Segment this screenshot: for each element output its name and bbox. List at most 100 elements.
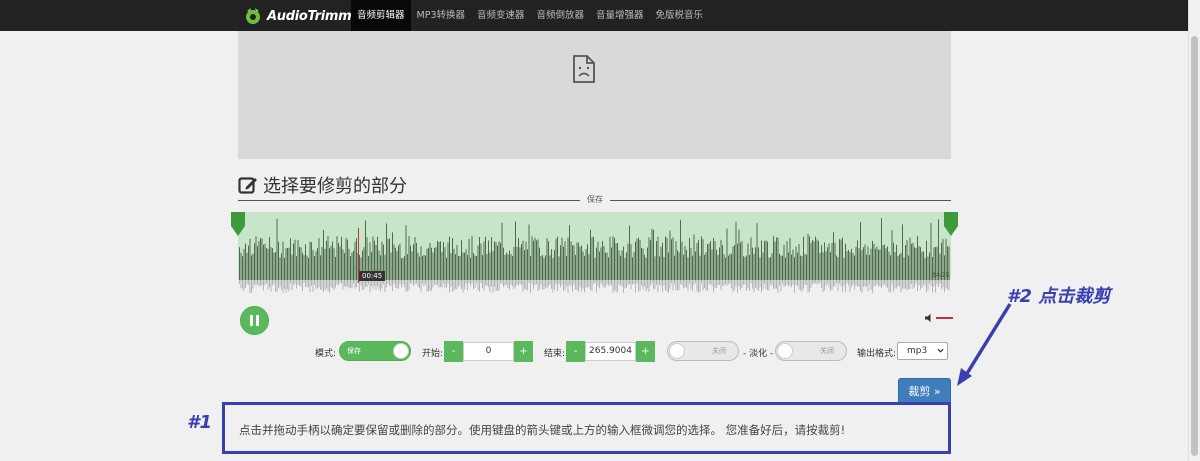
end-plus-button[interactable]: + bbox=[636, 341, 655, 362]
pause-button[interactable] bbox=[240, 306, 269, 335]
waveform-reflection-bar bbox=[396, 280, 398, 289]
waveform-reflection-bar bbox=[500, 280, 501, 284]
top-navbar: AudioTrimmer 音频剪辑器 MP3转换器 音频变速器 音频倒放器 音量… bbox=[0, 0, 1200, 31]
waveform-reflection-bar bbox=[432, 280, 434, 288]
output-format-select[interactable]: mp3 bbox=[897, 342, 948, 360]
waveform-reflection-bar bbox=[473, 280, 474, 290]
waveform-bar bbox=[630, 244, 632, 280]
step-1-annotation: #1 bbox=[187, 412, 213, 433]
page-scrollbar[interactable] bbox=[1188, 0, 1200, 461]
waveform-reflection-bar bbox=[347, 280, 348, 287]
waveform-bar bbox=[498, 241, 500, 280]
start-handle-icon[interactable] bbox=[231, 212, 245, 236]
waveform-bar bbox=[482, 255, 483, 280]
fade-in-toggle[interactable]: 关闭 bbox=[667, 341, 739, 361]
scrollbar-thumb[interactable] bbox=[1191, 36, 1198, 456]
nav-audio-trimmer[interactable]: 音频剪辑器 bbox=[351, 0, 411, 31]
waveform-reflection-bar bbox=[938, 280, 939, 287]
waveform-reflection-bar bbox=[336, 280, 338, 285]
waveform-reflection-bar bbox=[572, 280, 573, 292]
waveform-bar bbox=[684, 245, 686, 280]
nav-volume-booster[interactable]: 音量增强器 bbox=[590, 0, 650, 31]
waveform-reflection-bar bbox=[446, 280, 447, 288]
waveform-bar bbox=[551, 249, 552, 280]
waveform-reflection-bar bbox=[423, 280, 425, 287]
waveform-reflection-bar bbox=[786, 280, 788, 285]
waveform-bar bbox=[803, 236, 804, 280]
waveform-reflection-bar bbox=[552, 280, 554, 293]
waveform-reflection-bar bbox=[264, 280, 266, 286]
waveform-reflection-bar bbox=[837, 280, 839, 291]
start-time-input[interactable]: 0 bbox=[463, 342, 514, 361]
waveform-reflection-bar bbox=[548, 280, 549, 286]
waveform-bar bbox=[542, 255, 543, 280]
waveform-reflection-bar bbox=[327, 280, 329, 292]
waveform-reflection-bar bbox=[908, 280, 909, 290]
waveform-bar bbox=[483, 241, 485, 280]
waveform-reflection-bar bbox=[536, 280, 537, 285]
waveform-bar bbox=[729, 253, 731, 280]
waveform-reflection-bar bbox=[468, 280, 470, 284]
waveform-bar bbox=[758, 247, 759, 280]
waveform-reflection-bar bbox=[354, 280, 356, 289]
waveform-reflection-bar bbox=[749, 280, 750, 291]
waveform-reflection-bar bbox=[471, 280, 473, 284]
nav-royalty-free-music[interactable]: 免版税音乐 bbox=[650, 0, 710, 31]
waveform-bar bbox=[254, 243, 255, 280]
waveform-bar bbox=[285, 248, 287, 280]
waveform-reflection-bar bbox=[533, 280, 534, 290]
waveform-bar bbox=[822, 252, 824, 280]
waveform-bar bbox=[272, 248, 273, 280]
waveform-reflection-bar bbox=[743, 280, 744, 285]
waveform-reflection-bar bbox=[573, 280, 575, 285]
volume-control[interactable] bbox=[925, 314, 953, 322]
waveform-reflection-bar bbox=[516, 280, 518, 285]
waveform-reflection-bar bbox=[584, 280, 585, 293]
waveform-bar bbox=[422, 256, 423, 280]
mode-toggle[interactable]: 保存 bbox=[339, 341, 411, 361]
waveform-bar bbox=[855, 246, 857, 280]
waveform-bar bbox=[689, 238, 690, 280]
waveform-reflection-bar bbox=[852, 280, 854, 285]
waveform-bar bbox=[627, 243, 629, 280]
waveform-reflection-bar bbox=[732, 280, 734, 293]
brand-logo-link[interactable]: AudioTrimmer bbox=[243, 5, 366, 27]
nav-audio-reverse[interactable]: 音频倒放器 bbox=[531, 0, 591, 31]
waveform-bar bbox=[894, 252, 896, 280]
volume-slider[interactable] bbox=[936, 317, 953, 319]
waveform-reflection-bar bbox=[711, 280, 713, 286]
start-minus-button[interactable]: - bbox=[444, 341, 463, 362]
fade-out-toggle[interactable]: 关闭 bbox=[775, 341, 847, 361]
waveform-reflection-bar bbox=[665, 280, 666, 291]
start-plus-button[interactable]: + bbox=[514, 341, 533, 362]
waveform-bar bbox=[788, 252, 789, 280]
waveform-reflection-bar bbox=[782, 280, 783, 284]
end-time-input[interactable]: 265.9004 bbox=[585, 342, 636, 361]
waveform-bar bbox=[563, 246, 564, 280]
end-handle-icon[interactable] bbox=[944, 212, 958, 236]
nav-audio-speed[interactable]: 音频变速器 bbox=[471, 0, 531, 31]
waveform-reflection-bar bbox=[315, 280, 317, 289]
waveform-reflection-bar bbox=[695, 280, 696, 284]
waveform-bar bbox=[804, 253, 806, 280]
waveform-reflection-bar bbox=[561, 280, 563, 285]
waveform-reflection-bar bbox=[645, 280, 647, 292]
waveform-reflection-bar bbox=[860, 280, 861, 292]
waveform-reflection-bar bbox=[293, 280, 294, 286]
audio-waveform[interactable] bbox=[238, 212, 951, 294]
end-minus-button[interactable]: - bbox=[566, 341, 585, 362]
nav-mp3-converter[interactable]: MP3转换器 bbox=[411, 0, 471, 31]
waveform-bar bbox=[413, 244, 414, 280]
waveform-reflection-bar bbox=[551, 280, 552, 289]
waveform-bar bbox=[267, 248, 269, 280]
waveform-reflection-bar bbox=[497, 280, 498, 292]
waveform-bar bbox=[342, 249, 344, 280]
waveform-bar bbox=[354, 241, 356, 280]
waveform-reflection-bar bbox=[638, 280, 639, 292]
waveform-bar bbox=[278, 241, 279, 280]
waveform-reflection-bar bbox=[410, 280, 411, 284]
waveform-reflection-bar bbox=[386, 280, 387, 288]
waveform-reflection-bar bbox=[519, 280, 521, 285]
waveform-reflection-bar bbox=[296, 280, 297, 289]
waveform-bar bbox=[639, 239, 641, 280]
